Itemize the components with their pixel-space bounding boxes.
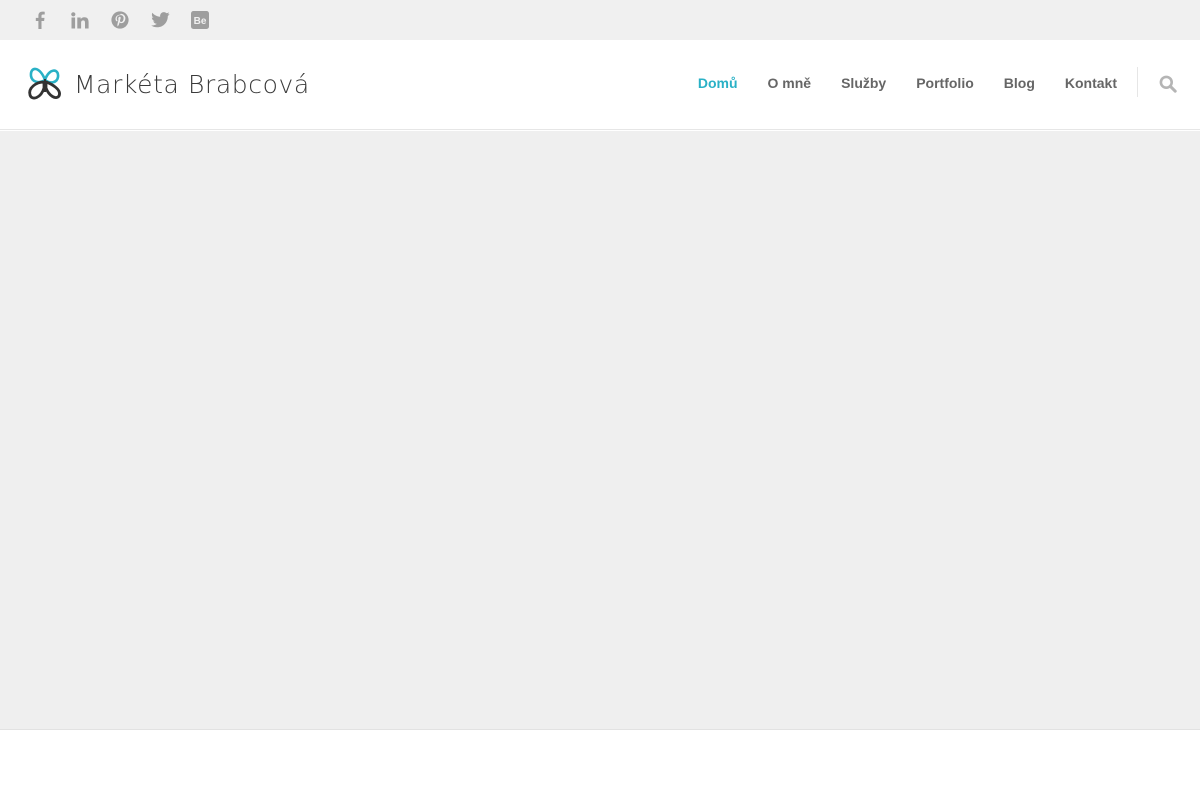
- linkedin-icon[interactable]: [69, 9, 91, 31]
- hero-divider: [0, 729, 1200, 730]
- twitter-icon[interactable]: [149, 9, 171, 31]
- pinterest-icon[interactable]: [109, 9, 131, 31]
- main-nav: Domů O mně Služby Portfolio Blog Kontakt: [668, 40, 1117, 126]
- nav-item-kontakt[interactable]: Kontakt: [1065, 75, 1117, 91]
- site-logo[interactable]: Markéta Brabcová: [26, 64, 310, 104]
- nav-item-blog[interactable]: Blog: [1004, 75, 1035, 91]
- nav-item-sluzby[interactable]: Služby: [841, 75, 886, 91]
- nav-item-portfolio[interactable]: Portfolio: [916, 75, 974, 91]
- facebook-icon[interactable]: [29, 9, 51, 31]
- behance-icon[interactable]: Be: [189, 9, 211, 31]
- hero-slider: [0, 131, 1200, 729]
- logo-wordmark: Markéta Brabcová: [74, 69, 310, 99]
- social-bar: Be: [0, 0, 1200, 40]
- site-header: Markéta Brabcová Domů O mně Služby Portf…: [0, 40, 1200, 130]
- nav-item-o-mne[interactable]: O mně: [768, 75, 812, 91]
- butterfly-logo-icon: [26, 62, 64, 107]
- nav-item-domu[interactable]: Domů: [698, 75, 738, 91]
- search-icon[interactable]: [1157, 73, 1179, 95]
- nav-divider: [1137, 67, 1138, 97]
- svg-text:Be: Be: [194, 16, 207, 27]
